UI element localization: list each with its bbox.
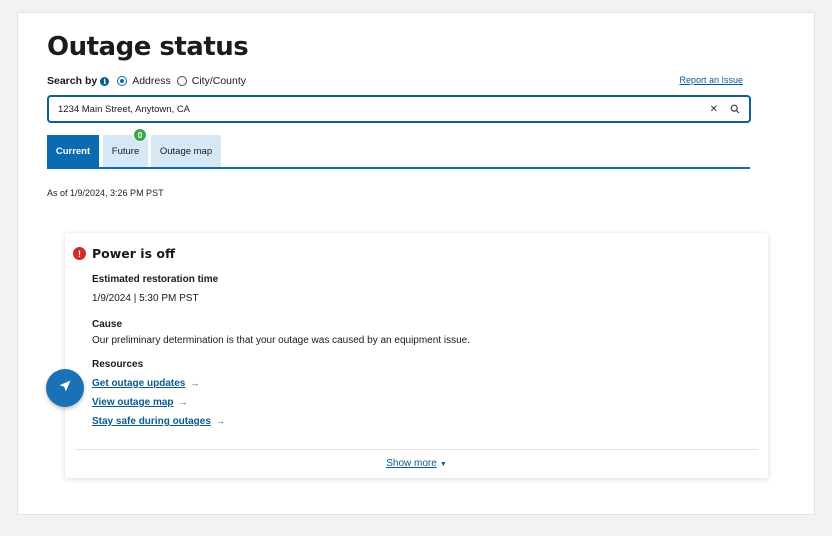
search-input[interactable]: 1234 Main Street, Anytown, CA ✕: [47, 95, 751, 123]
get-outage-updates-link[interactable]: Get outage updates →: [92, 378, 199, 389]
info-icon[interactable]: i: [100, 76, 110, 86]
view-outage-map-link[interactable]: View outage map →: [92, 397, 188, 408]
caret-down-icon: ▼: [439, 461, 447, 468]
outage-status-card: ! Power is off Estimated restoration tim…: [65, 233, 768, 478]
close-icon[interactable]: ✕: [710, 104, 718, 115]
status-title: Power is off: [92, 246, 176, 261]
stay-safe-label: Stay safe during outages: [92, 416, 211, 427]
page-title: Outage status: [47, 32, 249, 62]
search-options: Search by i Address City/County Report a…: [47, 73, 751, 89]
search-input-value[interactable]: 1234 Main Street, Anytown, CA: [58, 104, 710, 115]
search-by-label: Search by: [47, 75, 98, 87]
resources-label: Resources: [92, 359, 144, 370]
cause-label: Cause: [92, 319, 123, 330]
tab-bar: Current Future 0 Outage map: [47, 128, 750, 169]
get-outage-updates-label: Get outage updates: [92, 378, 186, 389]
future-count-badge: 0: [133, 128, 147, 142]
arrow-right-icon: →: [190, 378, 200, 388]
city-county-radio[interactable]: [176, 76, 187, 86]
address-radio[interactable]: [117, 76, 128, 86]
address-radio-label[interactable]: Address: [132, 75, 171, 87]
navigation-fab-button[interactable]: [46, 369, 84, 407]
tab-current-label: Current: [55, 145, 91, 157]
stay-safe-link[interactable]: Stay safe during outages →: [92, 416, 225, 427]
show-more-label: Show more: [386, 458, 437, 469]
show-more-button[interactable]: Show more ▼: [65, 458, 768, 469]
cause-value: Our preliminary determination is that yo…: [92, 335, 470, 346]
view-outage-map-label: View outage map: [92, 397, 174, 408]
restoration-label: Estimated restoration time: [92, 274, 219, 285]
tab-outage-map[interactable]: Outage map: [151, 135, 221, 167]
tab-current[interactable]: Current: [47, 135, 99, 167]
search-icon[interactable]: [730, 104, 740, 114]
main-content: Outage status Search by i Address City/C…: [47, 32, 751, 198]
report-issue-link[interactable]: Report an Issue: [679, 75, 743, 85]
arrow-right-icon: →: [215, 416, 225, 426]
tab-future-label: Future: [111, 145, 140, 157]
status-header: ! Power is off: [73, 246, 175, 261]
tab-outage-map-label: Outage map: [159, 145, 213, 157]
navigation-arrow-icon: [58, 379, 72, 398]
card-divider: [75, 449, 758, 450]
alert-icon: !: [73, 247, 86, 260]
city-county-radio-label[interactable]: City/County: [192, 75, 246, 87]
arrow-right-icon: →: [178, 397, 188, 407]
as-of-timestamp: As of 1/9/2024, 3:26 PM PST: [47, 188, 164, 198]
restoration-value: 1/9/2024 | 5:30 PM PST: [92, 293, 199, 304]
